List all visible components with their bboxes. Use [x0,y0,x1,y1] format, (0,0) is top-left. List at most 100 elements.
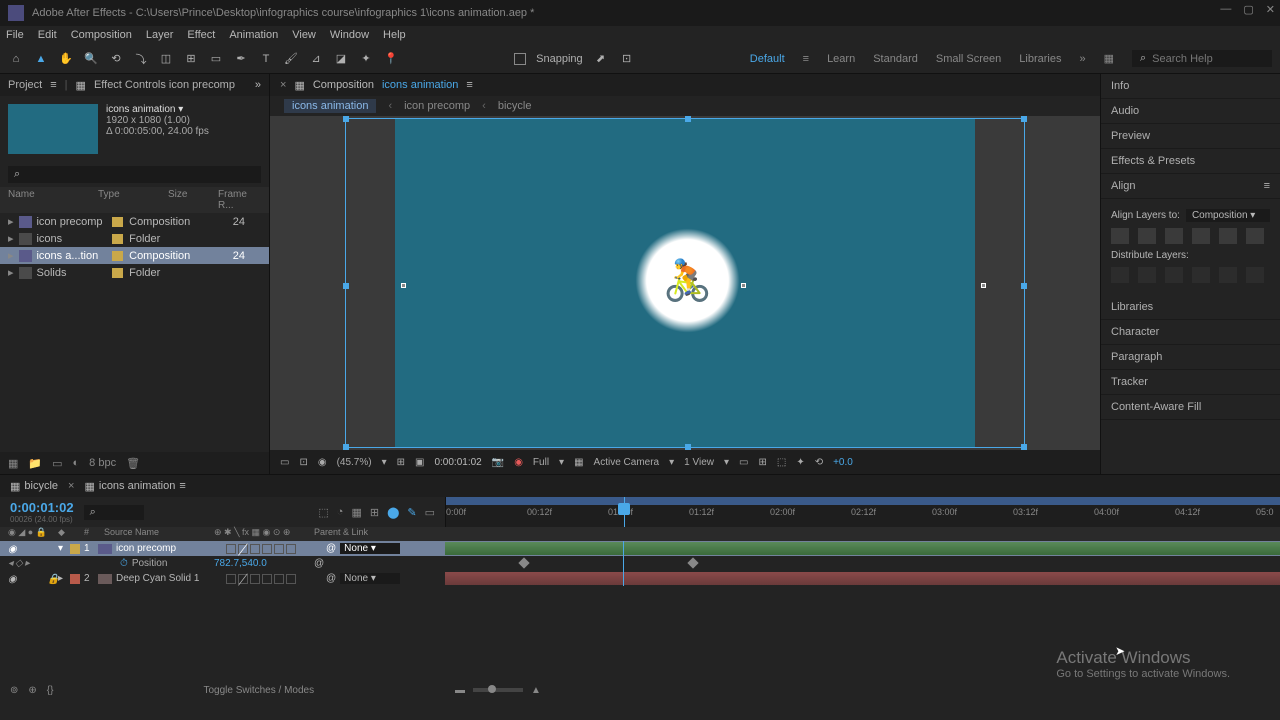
pen-tool-icon[interactable]: ✒ [233,51,249,67]
dist-1-button[interactable] [1111,267,1129,283]
tl-footer-icon1[interactable]: ⊚ [10,685,18,696]
workspace-small[interactable]: Small Screen [936,53,1001,65]
next-keyframe-icon[interactable]: ▸ [25,558,30,569]
layer-name[interactable]: icon precomp [116,543,226,554]
chevron-down-icon[interactable]: ▾ [559,457,564,468]
align-hcenter-button[interactable] [1138,228,1156,244]
switch-collapse[interactable]: ╱ [238,544,248,554]
channel-icon[interactable]: ◉ [514,457,523,468]
tl-icon-2[interactable]: ◔ [337,506,344,519]
home-icon[interactable]: ⌂ [8,51,24,67]
workspace-default[interactable]: Default [750,53,785,65]
layer-name[interactable]: Deep Cyan Solid 1 [116,573,226,584]
tab-overflow-icon[interactable]: » [255,79,261,91]
visibility-icon[interactable]: ◉ [8,574,18,584]
hand-tool-icon[interactable]: ✋ [58,51,74,67]
parent-dropdown[interactable]: None ▾ [340,573,400,584]
prev-keyframe-icon[interactable]: ◂ [8,558,13,569]
project-item[interactable]: ▸icon precompComposition24 [0,213,269,230]
handle-tl[interactable] [343,116,349,122]
timeline-tab-icons-animation[interactable]: ▦ icons animation ≡ [84,480,185,493]
snap-opt2-icon[interactable]: ⊡ [619,51,635,67]
view-opt3-icon[interactable]: ⬚ [777,457,786,468]
label-color[interactable] [70,574,80,584]
tl-graph-icon[interactable]: ✎ [407,506,416,519]
panel-align-title[interactable]: Align [1111,180,1135,192]
align-vcenter-button[interactable] [1219,228,1237,244]
expression-pickwhip-icon[interactable]: @ [314,558,328,569]
comp-tab-name[interactable]: icons animation [382,79,458,91]
tl-icon-1[interactable]: ⬚ [318,506,328,519]
project-search-input[interactable]: ⌕ [8,166,261,183]
snapshot-icon[interactable]: 📷 [492,457,504,468]
layer-handle[interactable] [401,283,406,288]
tab-effect-controls[interactable]: Effect Controls icon precomp [94,79,235,91]
playhead[interactable] [624,497,625,527]
twirl-icon[interactable]: ▾ [58,543,63,554]
eraser-tool-icon[interactable]: ◪ [333,51,349,67]
menu-file[interactable]: File [6,29,24,41]
menu-edit[interactable]: Edit [38,29,57,41]
handle-tm[interactable] [685,116,691,122]
label-color[interactable] [70,544,80,554]
layer-handle[interactable] [741,283,746,288]
breadcrumb-1[interactable]: icon precomp [404,100,470,112]
stopwatch-icon[interactable]: ⏱ [120,558,128,569]
panel-content-aware[interactable]: Content-Aware Fill [1101,395,1280,420]
viewer-opt-icon[interactable]: ▭ [280,457,289,468]
resolution-icon[interactable]: ⊞ [397,457,405,468]
view-opt4-icon[interactable]: ✦ [796,457,804,468]
orbit-tool-icon[interactable]: ⟲ [108,51,124,67]
workspace-standard[interactable]: Standard [873,53,918,65]
grid-icon[interactable]: ▦ [574,457,583,468]
handle-mr[interactable] [1021,283,1027,289]
zoom-in-icon[interactable]: ▲ [531,685,541,696]
parent-dropdown[interactable]: None ▾ [340,543,400,554]
tab-project-menu-icon[interactable]: ≡ [50,79,56,91]
workspace-reset-icon[interactable]: ▦ [1104,52,1114,65]
col-framerate[interactable]: Frame R... [218,189,258,211]
property-value[interactable]: 782.7,540.0 [214,558,314,569]
handle-bm[interactable] [685,444,691,450]
col-size[interactable]: Size [168,189,218,211]
menu-effect[interactable]: Effect [187,29,215,41]
icon-precomp-layer[interactable]: 🚴 [635,228,740,333]
comp-thumbnail[interactable] [8,104,98,154]
comp-icon[interactable]: ▭ [52,457,62,470]
search-help-input[interactable]: ⌕ Search Help [1132,50,1272,67]
tl-icon-7[interactable]: ▭ [425,506,435,519]
selection-tool-icon[interactable]: ▲ [33,51,49,67]
panel-libraries[interactable]: Libraries [1101,295,1280,320]
layer-bar[interactable] [445,542,1280,555]
tab-menu-icon[interactable]: ≡ [179,480,185,492]
panel-preview[interactable]: Preview [1101,124,1280,149]
dist-5-button[interactable] [1219,267,1237,283]
viewer-alpha-icon[interactable]: ⊡ [299,457,307,468]
chevron-down-icon[interactable]: ▾ [382,457,387,468]
pickwhip-icon[interactable]: @ [326,573,336,584]
adjust-icon[interactable]: ◐ [73,457,80,469]
twirl-icon[interactable]: ▸ [58,573,63,584]
zoom-slider[interactable] [473,688,523,692]
tl-icon-4[interactable]: ⊞ [370,506,379,519]
menu-help[interactable]: Help [383,29,406,41]
clone-tool-icon[interactable]: ⊿ [308,51,324,67]
handle-bl[interactable] [343,444,349,450]
dist-3-button[interactable] [1165,267,1183,283]
property-row-position[interactable]: ◂ ◇ ▸ ⏱Position 782.7,540.0 @ [0,556,1280,571]
workspace-overflow-icon[interactable]: » [1079,53,1085,65]
layer-handle[interactable] [981,283,986,288]
menu-animation[interactable]: Animation [229,29,278,41]
current-time[interactable]: 0:00:01:02 [434,457,481,468]
lock-icon[interactable]: 🔒 [47,574,57,584]
menu-composition[interactable]: Composition [71,29,132,41]
view-opt1-icon[interactable]: ▭ [739,457,748,468]
handle-br[interactable] [1021,444,1027,450]
close-tab-icon[interactable]: × [68,480,74,492]
project-item[interactable]: ▸icons a...tionComposition24 [0,247,269,264]
breadcrumb-0[interactable]: icons animation [284,99,376,113]
camera-dropdown[interactable]: Active Camera [594,457,660,468]
timeline-search-input[interactable]: ⌕ [84,505,144,520]
comp-name[interactable]: icons animation ▾ [106,104,209,115]
dist-4-button[interactable] [1192,267,1210,283]
